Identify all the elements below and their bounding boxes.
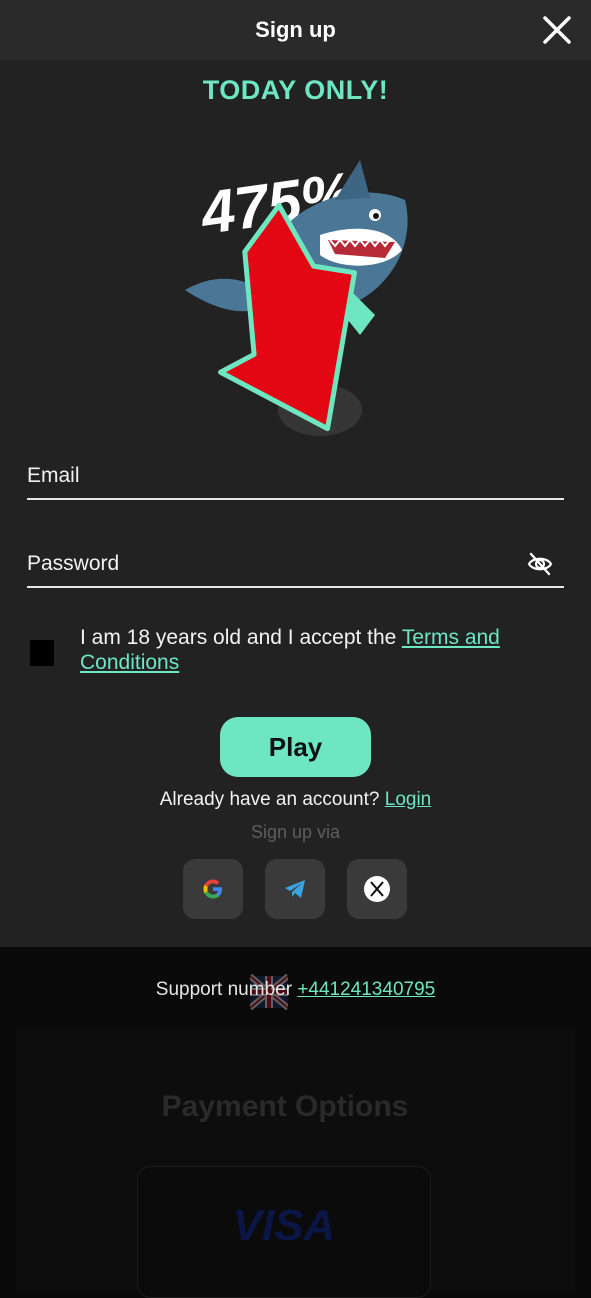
login-link[interactable]: Login	[385, 789, 432, 810]
support-phone-link[interactable]: +441241340795	[297, 979, 435, 1000]
account-text: Already have an account?	[159, 789, 385, 810]
modal-title: Sign up	[255, 17, 336, 42]
consent-text: I am 18 years old and I accept the Terms…	[80, 625, 560, 675]
login-prompt: Already have an account? Login	[0, 789, 591, 811]
visa-card[interactable]: VISA	[137, 1166, 431, 1298]
support-label: Support number	[155, 979, 298, 1000]
email-field[interactable]	[27, 454, 564, 500]
signup-via-label: Sign up via	[250, 822, 341, 842]
consent-label: I am 18 years old and I accept the	[80, 626, 402, 649]
telegram-signup-button[interactable]	[265, 859, 325, 919]
x-signup-button[interactable]	[347, 859, 407, 919]
email-input[interactable]	[27, 464, 564, 488]
play-button[interactable]: Play	[220, 717, 371, 777]
promo-title: TODAY ONLY!	[202, 75, 389, 105]
google-signup-button[interactable]	[183, 859, 243, 919]
x-icon	[364, 876, 390, 902]
eye-off-icon[interactable]	[526, 550, 554, 578]
support-line: Support number +441241340795	[0, 979, 591, 1001]
signup-panel: TODAY ONLY! 475%	[0, 60, 591, 947]
visa-logo: VISA	[232, 1201, 336, 1250]
promo-banner: 475%	[185, 159, 408, 436]
payment-options-title: Payment Options	[161, 1090, 409, 1123]
password-input[interactable]	[27, 552, 526, 576]
close-icon[interactable]	[541, 14, 573, 46]
modal-header: Sign up	[0, 0, 591, 60]
age-terms-checkbox[interactable]	[30, 640, 54, 666]
telegram-icon	[285, 880, 305, 898]
password-field[interactable]	[27, 542, 564, 588]
google-icon	[203, 879, 222, 899]
